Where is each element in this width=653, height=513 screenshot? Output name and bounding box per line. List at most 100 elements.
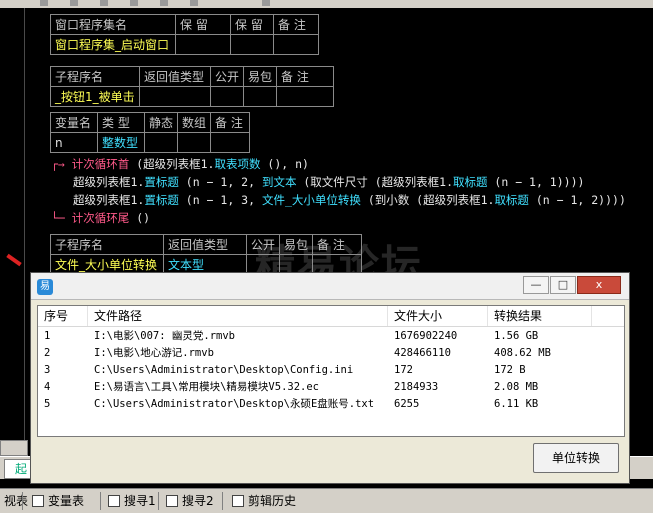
- minimize-button[interactable]: —: [523, 276, 549, 294]
- divider: [158, 492, 159, 510]
- cell-path: C:\Users\Administrator\Desktop\Config.in…: [94, 364, 354, 376]
- clipboard-icon: [232, 495, 244, 507]
- list-item[interactable]: 2 I:\电影\地心游记.rmvb 428466110 408.62 MB: [38, 345, 624, 362]
- keyword-loop-start: 计次循环首: [71, 157, 130, 171]
- code-function: 到文本: [261, 175, 297, 189]
- file-list[interactable]: 序号 文件路径 文件大小 转换结果 1 I:\电影\007: 幽灵党.rmvb …: [37, 305, 625, 437]
- program-set-table: 窗口程序集名 保 留 保 留 备 注 窗口程序集_启动窗口: [50, 14, 319, 55]
- tab-label: 搜寻2: [182, 494, 214, 508]
- tab-clip-history[interactable]: 剪辑历史: [230, 492, 296, 510]
- code-line-set-title-unit[interactable]: 超级列表框1.置标题 (n − 1, 3, 文件_大小单位转换 (到小数 (超级…: [73, 192, 626, 208]
- value-cell[interactable]: [276, 86, 335, 107]
- tab-variable-table[interactable]: 变量表: [30, 492, 84, 510]
- header-cell: 变量名: [50, 112, 98, 133]
- code-line-loop-start[interactable]: ┌→ 计次循环首 (超级列表框1.取表项数 (), n): [51, 156, 309, 172]
- value-cell[interactable]: [273, 34, 319, 55]
- keyword-loop-end: 计次循环尾: [71, 211, 130, 225]
- value-cell[interactable]: [243, 86, 278, 107]
- value-cell[interactable]: [143, 132, 179, 153]
- code-text: (n − 1, 2,: [178, 175, 262, 189]
- value-cell[interactable]: [209, 86, 245, 107]
- close-button[interactable]: x: [577, 276, 621, 294]
- search-icon: [108, 495, 120, 507]
- subroutine-table: 子程序名 返回值类型 公开 易包 备 注 _按钮1_被单击: [50, 66, 335, 107]
- list-item[interactable]: 1 I:\电影\007: 幽灵党.rmvb 1676902240 1.56 GB: [38, 328, 624, 345]
- code-text: (到小数 (超级列表框1.: [360, 193, 495, 207]
- value-cell[interactable]: [175, 34, 231, 55]
- cell-size: 6255: [394, 398, 420, 410]
- header-cell: 保 留: [230, 14, 274, 35]
- list-header: 序号 文件路径 文件大小 转换结果: [38, 306, 624, 327]
- variable-type[interactable]: 整数型: [97, 132, 145, 153]
- bottom-panel-tabs: 视表 变量表 搜寻1 搜寻2 剪辑历史: [0, 488, 653, 513]
- divider: [100, 492, 101, 510]
- cell-result: 408.62 MB: [494, 347, 551, 359]
- header-cell: 返回值类型: [163, 234, 247, 255]
- tab-search-1[interactable]: 搜寻1: [106, 492, 156, 510]
- breakpoint-marker-icon[interactable]: [6, 253, 22, 267]
- run-icon[interactable]: [70, 0, 78, 6]
- column-header-size[interactable]: 文件大小: [388, 306, 488, 326]
- unit-conversion-window: 易 — □ x 序号 文件路径 文件大小 转换结果 1 I:\电影\007: 幽…: [30, 272, 630, 484]
- code-line-set-title-size[interactable]: 超级列表框1.置标题 (n − 1, 2, 到文本 (取文件尺寸 (超级列表框1…: [73, 174, 584, 190]
- header-cell: 类 型: [97, 112, 145, 133]
- code-text: (取文件尺寸 (超级列表框1.: [296, 175, 453, 189]
- cell-size: 1676902240: [394, 330, 458, 342]
- divider: [222, 492, 223, 510]
- cell-result: 6.11 KB: [494, 398, 539, 410]
- header-cell: 备 注: [210, 112, 251, 133]
- list-item[interactable]: 3 C:\Users\Administrator\Desktop\Config.…: [38, 362, 624, 379]
- header-cell: 备 注: [276, 66, 335, 87]
- variable-name[interactable]: n: [50, 132, 98, 153]
- horizontal-scrollbar[interactable]: [0, 440, 28, 456]
- cell-path: I:\电影\007: 幽灵党.rmvb: [94, 330, 236, 342]
- cell-index: 1: [44, 330, 51, 342]
- tab-search-2[interactable]: 搜寻2: [164, 492, 214, 510]
- toolbar-icon[interactable]: [190, 0, 198, 6]
- header-cell: 公开: [209, 66, 245, 87]
- cell-size: 2184933: [394, 381, 439, 393]
- tab-label: 起: [15, 462, 28, 476]
- code-text: 超级列表框1.: [73, 175, 145, 189]
- cell-size: 428466110: [394, 347, 451, 359]
- subroutine-name[interactable]: _按钮1_被单击: [50, 86, 140, 107]
- column-header-path[interactable]: 文件路径: [88, 306, 388, 326]
- cell-index: 2: [44, 347, 51, 359]
- code-function: 取表项数: [214, 157, 261, 171]
- toolbar-icon[interactable]: [40, 0, 48, 6]
- unit-convert-button[interactable]: 单位转换: [533, 443, 619, 473]
- toolbar-icon[interactable]: [160, 0, 168, 6]
- cell-index: 5: [44, 398, 51, 410]
- line-gutter: [0, 8, 25, 456]
- list-item[interactable]: 4 E:\易语言\工具\常用模块\精易模块V5.32.ec 2184933 2.…: [38, 379, 624, 396]
- list-item[interactable]: 5 C:\Users\Administrator\Desktop\永硕E盘账号.…: [38, 396, 624, 413]
- toolbar-icon[interactable]: [262, 0, 270, 6]
- cell-size: 172: [394, 364, 413, 376]
- variable-table-icon: [32, 495, 44, 507]
- code-line-loop-end[interactable]: └─ 计次循环尾 (): [51, 210, 150, 226]
- maximize-button[interactable]: □: [550, 276, 576, 294]
- toolbar-icon[interactable]: [130, 0, 138, 6]
- code-function: 取标题: [494, 193, 529, 207]
- value-cell[interactable]: [210, 132, 251, 153]
- header-cell: 数组: [177, 112, 212, 133]
- program-set-name[interactable]: 窗口程序集_启动窗口: [50, 34, 176, 55]
- code-text: (): [129, 211, 151, 225]
- code-text: (n − 1, 1)))): [487, 175, 585, 189]
- cell-index: 3: [44, 364, 51, 376]
- value-cell[interactable]: [230, 34, 274, 55]
- column-header-index[interactable]: 序号: [38, 306, 88, 326]
- search-icon: [166, 495, 178, 507]
- code-function: 置标题: [144, 193, 179, 207]
- value-cell[interactable]: [177, 132, 212, 153]
- variable-table: 变量名 类 型 静态 数组 备 注 n 整数型: [50, 112, 251, 153]
- toolbar-icon[interactable]: [100, 0, 108, 6]
- header-cell: 子程序名: [50, 234, 164, 255]
- cell-path: C:\Users\Administrator\Desktop\永硕E盘账号.tx…: [94, 398, 375, 410]
- column-header-result[interactable]: 转换结果: [488, 306, 592, 326]
- cell-index: 4: [44, 381, 51, 393]
- value-cell[interactable]: [139, 86, 211, 107]
- tab-label: 剪辑历史: [248, 494, 297, 508]
- tab-view-table[interactable]: 视表: [0, 492, 28, 510]
- window-titlebar[interactable]: 易 — □ x: [31, 273, 629, 300]
